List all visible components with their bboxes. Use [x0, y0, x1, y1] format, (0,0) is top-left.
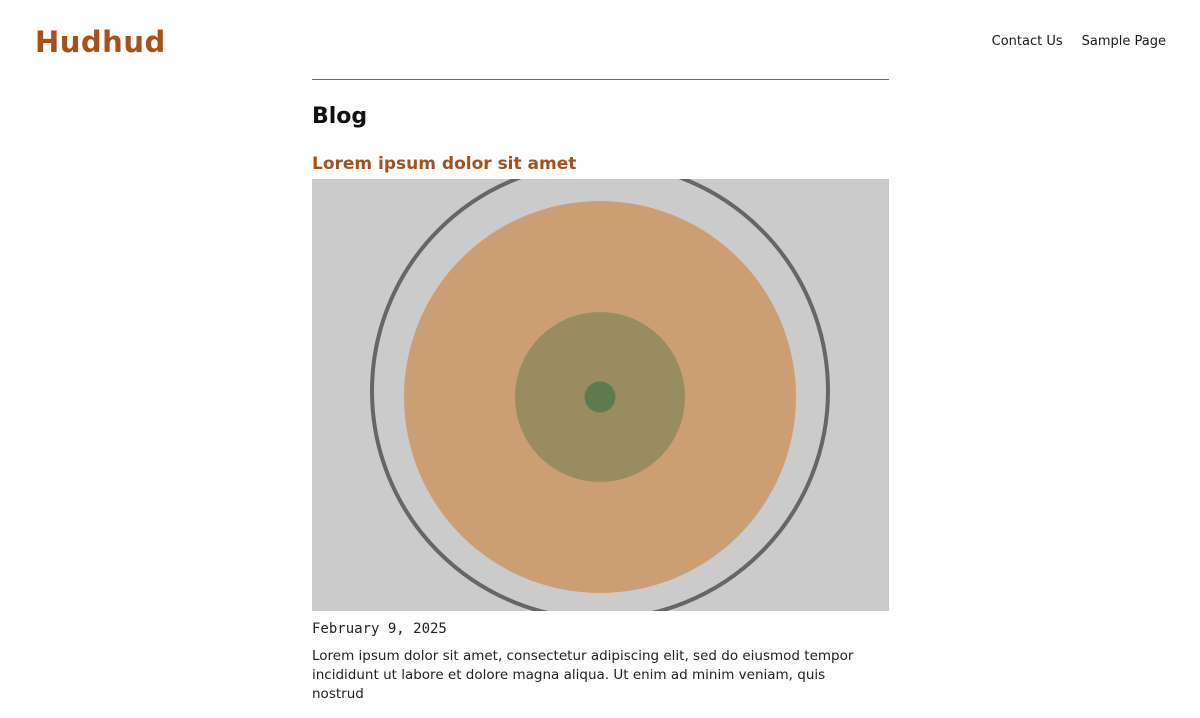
nav-link-sample-page[interactable]: Sample Page [1082, 32, 1166, 52]
primary-navigation: Contact Us Sample Page [992, 32, 1166, 52]
header-separator [312, 79, 889, 80]
page-title: Blog [312, 104, 368, 129]
concentric-circles-image [312, 179, 889, 611]
blog-post: Lorem ipsum dolor sit amet February 9, 2… [312, 153, 889, 704]
post-title: Lorem ipsum dolor sit amet [312, 153, 889, 175]
site-title-link[interactable]: Hudhud [35, 22, 166, 62]
post-title-link[interactable]: Lorem ipsum dolor sit amet [312, 154, 576, 174]
post-featured-image[interactable] [312, 179, 889, 611]
main-content: Blog Lorem ipsum dolor sit amet February… [312, 79, 889, 718]
site-header: Hudhud Contact Us Sample Page [0, 0, 1200, 80]
post-date: February 9, 2025 [312, 621, 447, 637]
post-excerpt: Lorem ipsum dolor sit amet, consectetur … [312, 648, 854, 702]
center-disc [584, 381, 616, 413]
nav-link-contact-us[interactable]: Contact Us [992, 32, 1063, 52]
